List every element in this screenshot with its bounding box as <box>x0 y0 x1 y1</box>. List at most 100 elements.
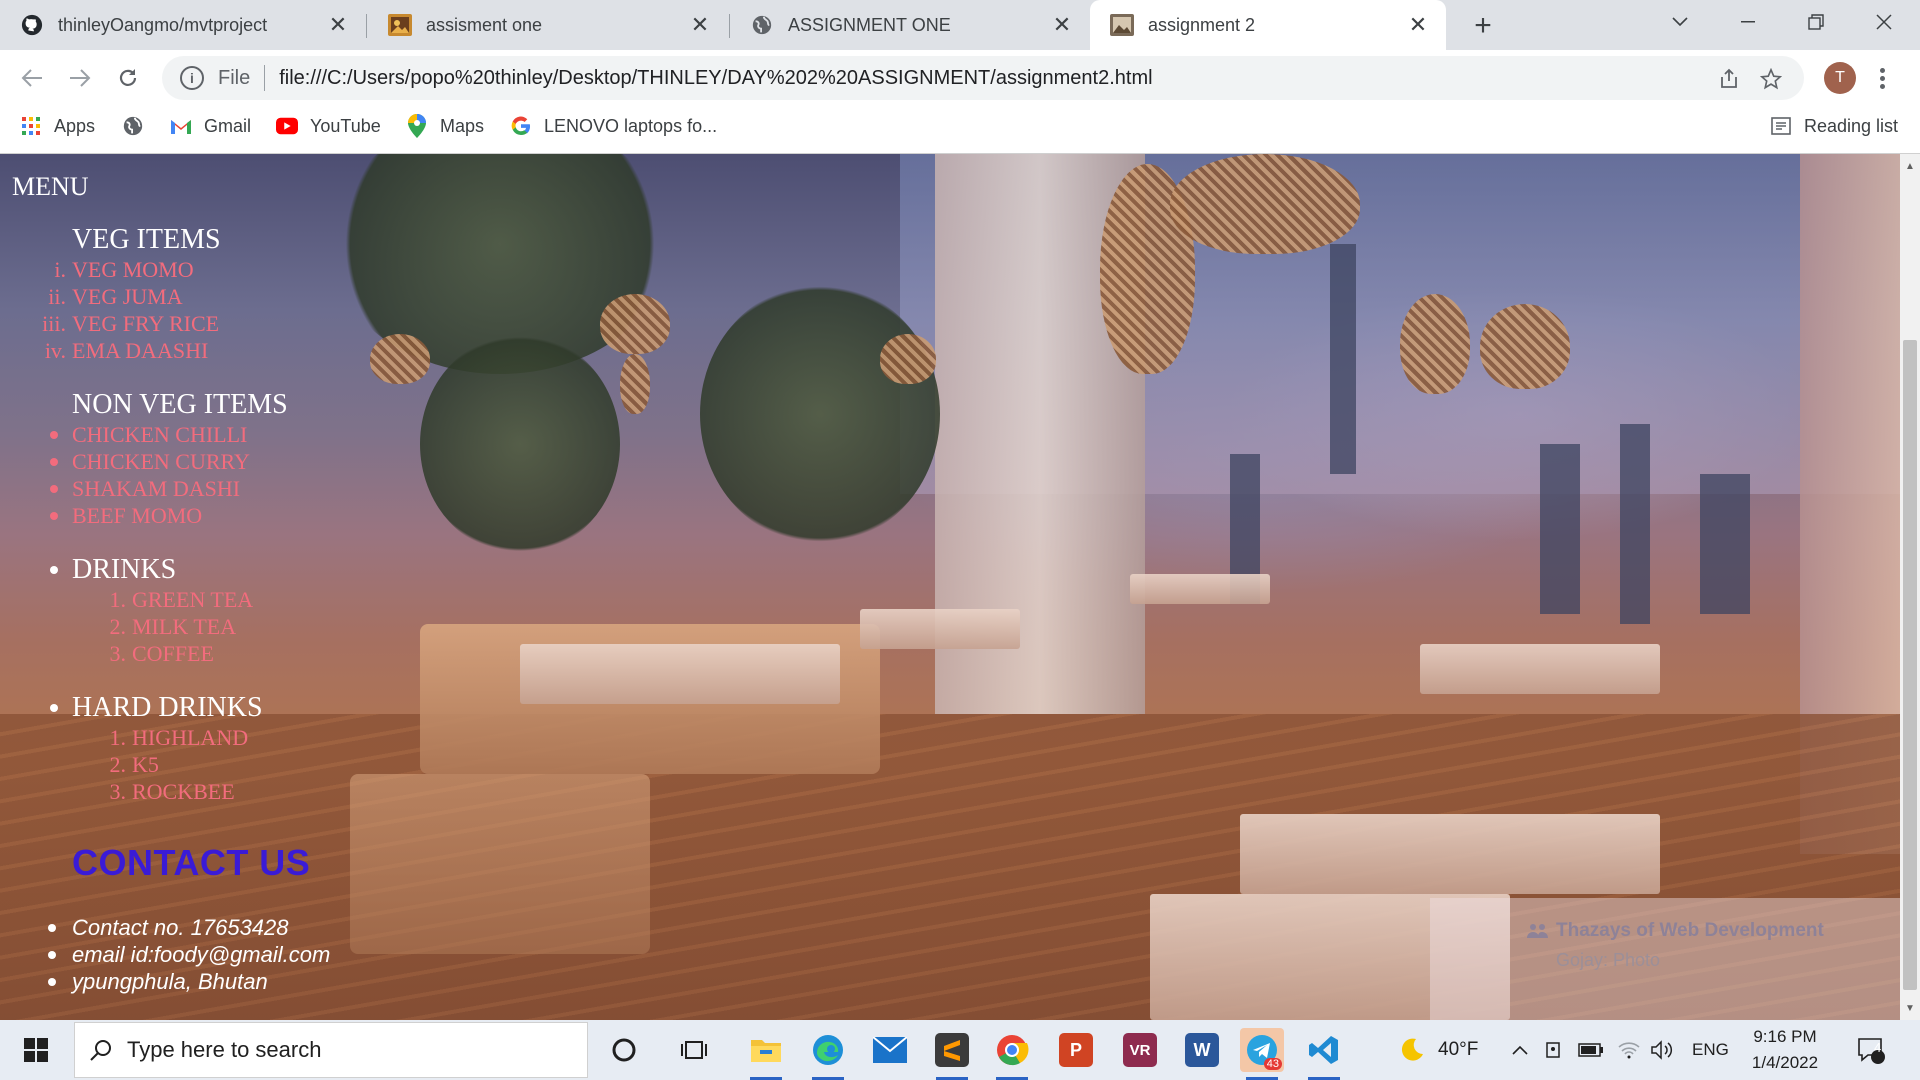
search-placeholder: Type here to search <box>127 1037 322 1062</box>
restore-icon[interactable] <box>1782 0 1850 44</box>
cortana-icon[interactable] <box>602 1028 646 1072</box>
bookmark-label: Apps <box>54 115 96 136</box>
tab-title: ASSIGNMENT ONE <box>788 14 951 35</box>
gmail-icon <box>170 115 192 137</box>
tab-title: thinleyOangmo/mvtproject <box>58 14 268 35</box>
vscode-icon[interactable] <box>1302 1028 1346 1080</box>
close-window-icon[interactable] <box>1850 0 1918 44</box>
close-tab-icon[interactable]: ✕ <box>1048 11 1076 39</box>
minimize-icon[interactable] <box>1714 0 1782 44</box>
new-tab-button[interactable]: + <box>1466 9 1500 43</box>
winrar-icon[interactable]: VR <box>1118 1028 1162 1072</box>
windows-start-icon[interactable] <box>14 1028 58 1072</box>
share-icon[interactable] <box>1716 66 1742 92</box>
section-title-drinks: DRINKS <box>12 554 712 586</box>
vertical-scrollbar[interactable]: ▲ ▼ <box>1900 154 1920 1020</box>
list-item: iii. VEG FRY RICE <box>42 311 220 336</box>
section-title-hard-drinks: HARD DRINKS <box>12 692 712 724</box>
list-item: 2. K5 <box>109 752 159 777</box>
youtube-icon <box>276 115 298 137</box>
tab-title: assisment one <box>426 14 543 35</box>
tab-assisment-one[interactable]: assisment one ✕ <box>368 0 728 50</box>
site-info-icon[interactable]: i <box>180 66 204 90</box>
bookmarks-bar: Apps Gmail YouTube Maps LENOVO laptops f… <box>0 106 1920 154</box>
battery-icon[interactable] <box>1578 1020 1604 1080</box>
clock[interactable]: 9:16 PM 1/4/2022 <box>1740 1024 1830 1076</box>
language-indicator[interactable]: ENG <box>1692 1020 1729 1080</box>
close-tab-icon[interactable]: ✕ <box>1404 11 1432 39</box>
list-item: SHAKAM DASHI <box>12 475 712 502</box>
list-item: iv. EMA DAASHI <box>44 338 209 363</box>
menu-content: MENU VEG ITEMS i. VEG MOMO ii. VEG JUMA ii… <box>12 172 712 805</box>
bookmark-apps[interactable]: Apps <box>20 106 95 146</box>
weather-widget[interactable]: 40°F <box>1398 1020 1478 1080</box>
file-explorer-icon[interactable] <box>744 1028 788 1080</box>
search-icon <box>89 1038 113 1062</box>
github-icon <box>20 13 44 37</box>
task-view-icon[interactable] <box>672 1028 716 1072</box>
taskbar-search-box[interactable]: Type here to search <box>74 1022 588 1078</box>
scheme-label: File <box>218 66 251 89</box>
close-tab-icon[interactable]: ✕ <box>324 11 352 39</box>
menu-kebab-icon[interactable] <box>1870 62 1894 94</box>
tab-assignment-2[interactable]: assignment 2 ✕ <box>1090 0 1446 50</box>
contact-heading: CONTACT US <box>72 842 311 883</box>
tab-title: assignment 2 <box>1148 14 1256 35</box>
weather-temp: 40°F <box>1438 1039 1479 1060</box>
scrollbar-thumb[interactable] <box>1903 340 1917 990</box>
section-title-non-veg: NON VEG ITEMS <box>72 389 288 420</box>
edge-icon[interactable] <box>806 1028 850 1080</box>
close-tab-icon[interactable]: ✕ <box>686 11 714 39</box>
tray-overflow-icon[interactable] <box>1512 1020 1528 1080</box>
bookmark-label: Gmail <box>204 115 252 136</box>
list-item: BEEF MOMO <box>12 502 712 529</box>
overlay-notice: Thazays of Web Development Gojay: Photo <box>1430 898 1900 1020</box>
powerpoint-icon[interactable]: P <box>1054 1028 1098 1072</box>
url-text[interactable]: file:///C:/Users/popo%20thinley/Desktop/… <box>279 67 1152 90</box>
moon-icon <box>1401 1038 1423 1061</box>
bookmark-youtube[interactable]: YouTube <box>276 106 381 146</box>
tab-strip: thinleyOangmo/mvtproject ✕ assisment one… <box>0 0 1920 50</box>
bookmark-globe[interactable] <box>122 106 156 146</box>
mail-icon[interactable] <box>868 1028 912 1072</box>
chrome-icon[interactable] <box>990 1028 1034 1080</box>
globe-icon <box>122 115 144 137</box>
profile-avatar[interactable]: T <box>1824 62 1856 94</box>
tab-github[interactable]: thinleyOangmo/mvtproject ✕ <box>0 0 366 50</box>
telegram-badge: 43 <box>1263 1058 1282 1070</box>
notice-title: Thazays of Web Development <box>1527 920 1824 942</box>
back-icon[interactable] <box>14 60 50 96</box>
page-viewport: MENU VEG ITEMS i. VEG MOMO ii. VEG JUMA ii… <box>0 154 1900 1020</box>
scroll-up-icon[interactable]: ▲ <box>1904 160 1916 172</box>
scroll-down-icon[interactable]: ▼ <box>1904 1002 1916 1014</box>
tab-assignment-one[interactable]: ASSIGNMENT ONE ✕ <box>730 0 1090 50</box>
volume-icon[interactable] <box>1650 1020 1674 1080</box>
reading-list-button[interactable]: Reading list <box>1770 106 1898 146</box>
bookmark-lenovo[interactable]: LENOVO laptops fo... <box>510 106 717 146</box>
list-item: 3. COFFEE <box>109 641 214 666</box>
google-icon <box>510 115 532 137</box>
list-item: i. VEG MOMO <box>54 257 194 282</box>
bookmark-label: YouTube <box>310 115 381 136</box>
contact-item: Contact no. 17653428 <box>48 914 289 941</box>
reading-list-label: Reading list <box>1804 115 1899 136</box>
tab-search-icon[interactable] <box>1646 0 1714 44</box>
bookmark-label: Maps <box>440 115 485 136</box>
wifi-icon[interactable] <box>1618 1020 1640 1080</box>
reload-icon[interactable] <box>110 60 146 96</box>
globe-icon <box>750 13 774 37</box>
address-bar[interactable]: i File file:///C:/Users/popo%20thinley/D… <box>162 56 1804 100</box>
forward-icon[interactable] <box>62 60 98 96</box>
bookmark-gmail[interactable]: Gmail <box>170 106 251 146</box>
bookmark-star-icon[interactable] <box>1758 66 1784 92</box>
sublime-text-icon[interactable] <box>930 1028 974 1080</box>
word-icon[interactable]: W <box>1180 1028 1224 1072</box>
meet-now-icon[interactable] <box>1544 1020 1564 1080</box>
notice-subtitle: Gojay: Photo <box>1556 950 1661 970</box>
reading-list-icon <box>1770 115 1792 137</box>
windows-taskbar: Type here to search P VR W 43 40°F ENG 9… <box>0 1020 1920 1080</box>
telegram-icon[interactable]: 43 <box>1240 1028 1284 1080</box>
bookmark-maps[interactable]: Maps <box>406 106 484 146</box>
maps-pin-icon <box>406 114 428 138</box>
notification-center-icon[interactable]: 4 <box>1856 1020 1886 1080</box>
